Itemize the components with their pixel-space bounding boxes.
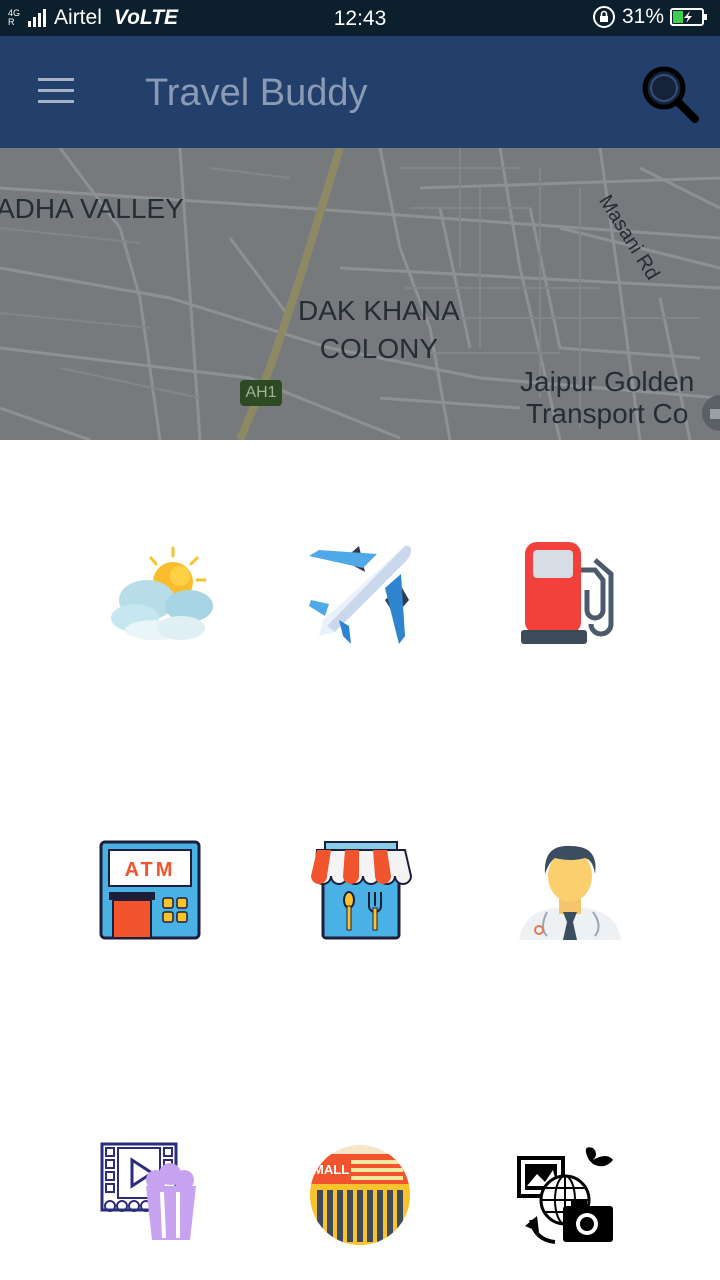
map-view[interactable]: ADHA VALLEY DAK KHANA COLONY Masani Rd J… <box>0 148 720 440</box>
map-label-jaipur-golden: Jaipur Golden Transport Co <box>520 366 695 429</box>
cinema-icon <box>100 1142 196 1240</box>
hamburger-icon-line <box>38 78 74 81</box>
app-bar: Travel Buddy <box>0 36 720 148</box>
status-bar: 4G R Airtel VoLTE 12:43 31% <box>0 0 720 36</box>
app-title: Travel Buddy <box>145 72 368 114</box>
airplane-icon <box>309 545 411 644</box>
fuel-pump-icon <box>521 542 614 644</box>
rotation-lock-icon <box>592 6 615 28</box>
category-grid: ATM MALL <box>0 440 720 1280</box>
restaurant-icon <box>311 841 413 940</box>
battery-charging-icon <box>670 8 707 26</box>
mall-label: MALL <box>313 1162 349 1177</box>
tourism-icon <box>517 1147 613 1244</box>
category-cinema[interactable] <box>98 1140 208 1250</box>
search-button[interactable] <box>640 64 700 124</box>
mall-icon: MALL <box>310 1145 410 1245</box>
atm-label: ATM <box>125 859 176 881</box>
search-icon <box>642 66 699 123</box>
hamburger-icon-line <box>38 89 74 92</box>
doctor-icon <box>519 845 621 940</box>
hamburger-icon-line <box>38 100 74 103</box>
battery-percent: 31% <box>621 5 664 28</box>
category-atm[interactable]: ATM <box>95 840 205 950</box>
category-tourism[interactable] <box>515 1140 625 1250</box>
category-fuel[interactable] <box>515 540 625 650</box>
category-restaurant[interactable] <box>305 840 415 950</box>
map-label-radha-valley: ADHA VALLEY <box>0 193 184 224</box>
category-doctor[interactable] <box>515 840 625 950</box>
map-poi-icon <box>702 395 720 431</box>
menu-button[interactable] <box>36 76 76 106</box>
category-mall[interactable]: MALL <box>305 1140 415 1250</box>
weather-icon <box>111 546 213 640</box>
map-label-dak-khana-colony: DAK KHANA COLONY <box>298 295 460 364</box>
atm-icon: ATM <box>99 840 201 940</box>
category-weather[interactable] <box>105 540 215 650</box>
road-badge: AH1 <box>240 380 282 406</box>
category-flights[interactable] <box>305 540 415 650</box>
status-right: 31% <box>592 5 708 29</box>
